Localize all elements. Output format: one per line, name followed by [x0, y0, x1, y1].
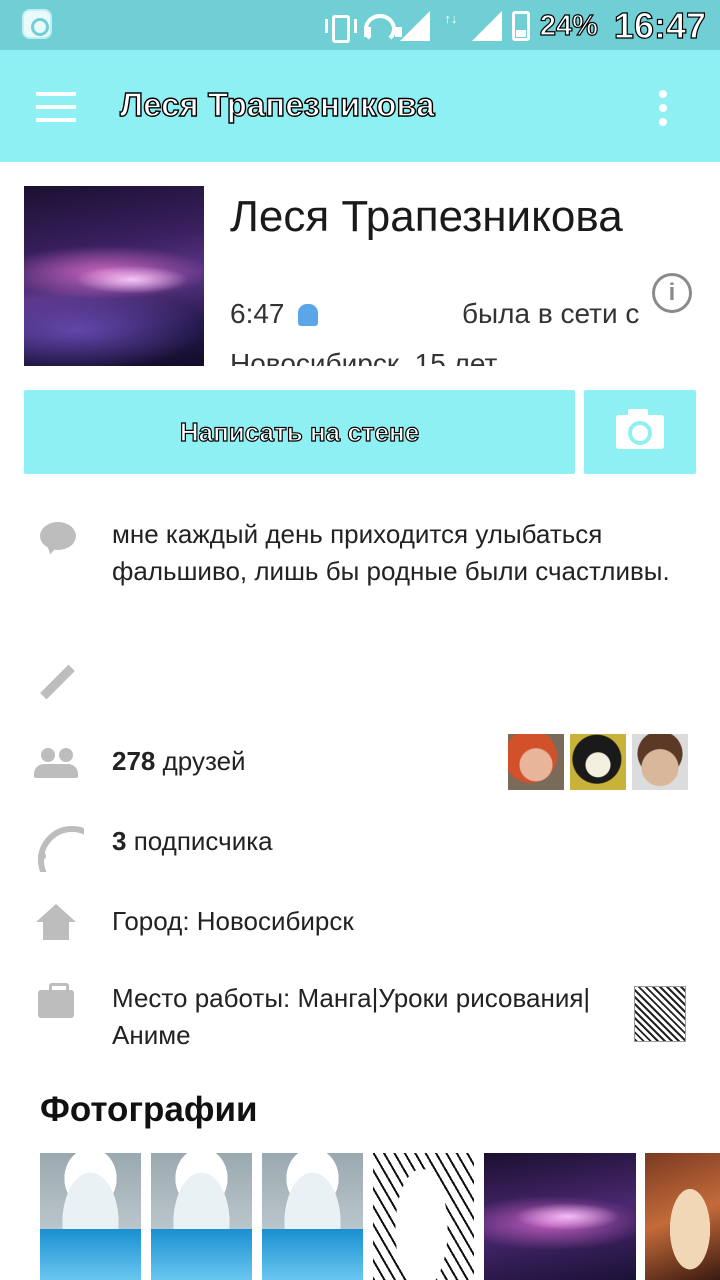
clock: 16:47: [613, 4, 706, 46]
profile-name: Леся Трапезникова: [230, 192, 623, 241]
friends-row[interactable]: 278 друзей: [112, 746, 246, 777]
rss-icon: [38, 826, 72, 860]
camera-button[interactable]: [584, 390, 696, 474]
photo-thumbnail[interactable]: [645, 1153, 720, 1280]
friend-thumbnails[interactable]: [508, 734, 688, 790]
work-row[interactable]: Место работы: Манга|Уроки рисования|Аним…: [112, 980, 612, 1054]
last-seen-label: была в сети с: [462, 298, 640, 329]
battery-icon: [511, 11, 530, 41]
photos-title[interactable]: Фотографии: [40, 1090, 258, 1130]
photo-thumbnail[interactable]: [262, 1153, 363, 1280]
camera-icon: [616, 409, 664, 449]
signal-icon: [399, 11, 430, 41]
battery-percent: 24%: [539, 9, 598, 42]
friend-avatar[interactable]: [632, 734, 688, 790]
subscribers-label: подписчика: [126, 826, 273, 856]
more-vert-icon[interactable]: [656, 90, 670, 126]
friend-avatar[interactable]: [508, 734, 564, 790]
last-seen: 6:47 была в сети с: [230, 296, 648, 336]
pencil-icon[interactable]: [38, 664, 74, 700]
android-icon: [298, 304, 318, 326]
toolbar-title: Леся Трапезникова: [119, 85, 435, 123]
status-icons: ↑↓ 24% 16:47: [324, 4, 707, 47]
status-bar: ↑↓ 24% 16:47: [0, 0, 720, 50]
app-badge-icon: [22, 9, 52, 39]
status-text: мне каждый день приходится улыбаться фал…: [112, 519, 670, 586]
data-arrows-icon: ↑↓: [444, 11, 458, 26]
subscribers-count: 3: [112, 826, 127, 856]
photo-thumbnail[interactable]: [40, 1153, 141, 1280]
photo-thumbnail[interactable]: [373, 1153, 474, 1280]
signal-icon-2: [471, 11, 502, 41]
last-seen-time: 6:47: [230, 298, 285, 329]
hamburger-menu-icon[interactable]: [36, 92, 76, 122]
comment-icon: [40, 522, 76, 550]
friends-icon: [34, 748, 78, 780]
home-icon: [36, 904, 76, 940]
friends-label: друзей: [155, 746, 246, 776]
briefcase-icon: [38, 983, 74, 1018]
photo-thumbnail[interactable]: [484, 1153, 636, 1280]
profile-avatar[interactable]: [24, 186, 204, 366]
info-icon[interactable]: i: [652, 273, 692, 313]
headset-icon: [362, 12, 402, 44]
friends-count: 278: [112, 746, 156, 776]
toolbar: Леся Трапезникова: [0, 50, 720, 162]
vibrate-icon: [324, 12, 357, 43]
location-age: Новосибирск, 15 лет: [230, 348, 498, 366]
photo-thumbnail[interactable]: [151, 1153, 252, 1280]
subscribers-row[interactable]: 3 подписчика: [112, 826, 273, 857]
work-group-thumbnail[interactable]: [634, 986, 686, 1042]
write-on-wall-button[interactable]: Написать на стене: [24, 390, 575, 474]
friend-avatar[interactable]: [570, 734, 626, 790]
city-row: Город: Новосибирск: [112, 906, 354, 936]
